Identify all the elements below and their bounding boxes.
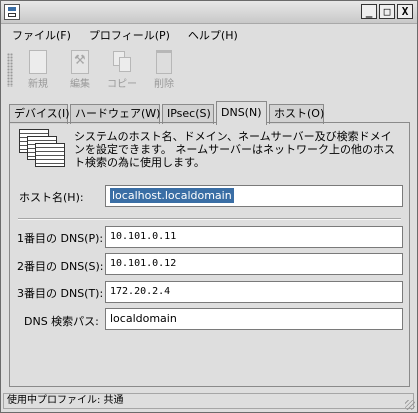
hostname-field[interactable]: localhost.localdomain bbox=[105, 185, 403, 207]
menu-profile[interactable]: プロフィール(P) bbox=[78, 24, 177, 44]
menu-file[interactable]: ファイル(F) bbox=[1, 24, 78, 44]
hostname-label: ホスト名(H): bbox=[19, 191, 84, 204]
dns3-label: 3番目の DNS(T): bbox=[17, 287, 104, 300]
menu-bar: ファイル(F) プロフィール(P) ヘルプ(H) bbox=[1, 24, 417, 44]
tab-hardware[interactable]: ハードウェア(W) bbox=[70, 104, 160, 124]
minimize-button[interactable]: _ bbox=[361, 4, 377, 19]
edit-tools-icon bbox=[71, 50, 89, 74]
delete-button[interactable]: 削除 bbox=[143, 47, 185, 93]
toolbar-grip-handle[interactable] bbox=[7, 53, 13, 87]
tab-ipsec[interactable]: IPsec(S) bbox=[162, 104, 214, 124]
toolbar: 新規 編集 コピー 削除 bbox=[1, 47, 417, 94]
dns3-field[interactable]: 172.20.2.4 bbox=[105, 281, 403, 303]
window-controls: _ □ X bbox=[361, 4, 413, 19]
dns2-field[interactable]: 10.101.0.12 bbox=[105, 253, 403, 275]
dns-description: システムのホスト名、ドメイン、ネームサーバー及び検索ドメインを設定できます。 ネ… bbox=[74, 130, 395, 169]
new-document-icon bbox=[29, 50, 47, 74]
copy-button-label: コピー bbox=[107, 79, 137, 90]
copy-icon bbox=[111, 50, 133, 74]
dns-records-icon bbox=[19, 129, 69, 173]
dns-panel: システムのホスト名、ドメイン、ネームサーバー及び検索ドメインを設定できます。 ネ… bbox=[9, 122, 410, 387]
edit-button-label: 編集 bbox=[70, 79, 90, 90]
trash-icon bbox=[156, 50, 172, 74]
hostname-value: localhost.localdomain bbox=[110, 188, 234, 203]
tab-devices[interactable]: デバイス(I) bbox=[9, 104, 70, 124]
separator bbox=[18, 218, 401, 220]
resize-grip-handle[interactable] bbox=[405, 400, 415, 410]
network-config-window: _ □ X ファイル(F) プロフィール(P) ヘルプ(H) 新規 編集 コピー… bbox=[0, 0, 418, 413]
edit-button[interactable]: 編集 bbox=[59, 47, 101, 93]
close-button[interactable]: X bbox=[397, 4, 413, 19]
dns2-label: 2番目の DNS(S): bbox=[17, 260, 104, 273]
status-bar: 使用中プロファイル: 共通 bbox=[3, 393, 414, 409]
new-button[interactable]: 新規 bbox=[17, 47, 59, 93]
dns1-field[interactable]: 10.101.0.11 bbox=[105, 226, 403, 248]
search-path-label: DNS 検索パス: bbox=[24, 315, 99, 328]
copy-button[interactable]: コピー bbox=[101, 47, 143, 93]
title-bar[interactable]: _ □ X bbox=[1, 1, 417, 24]
tab-dns[interactable]: DNS(N) bbox=[216, 101, 267, 125]
menu-help[interactable]: ヘルプ(H) bbox=[177, 24, 245, 44]
delete-button-label: 削除 bbox=[154, 79, 174, 90]
new-button-label: 新規 bbox=[28, 79, 48, 90]
network-app-icon[interactable] bbox=[4, 4, 20, 20]
dns1-label: 1番目の DNS(P): bbox=[17, 232, 104, 245]
search-path-field[interactable]: localdomain bbox=[105, 308, 403, 330]
maximize-button[interactable]: □ bbox=[379, 4, 395, 19]
tab-hosts[interactable]: ホスト(O) bbox=[269, 104, 324, 124]
